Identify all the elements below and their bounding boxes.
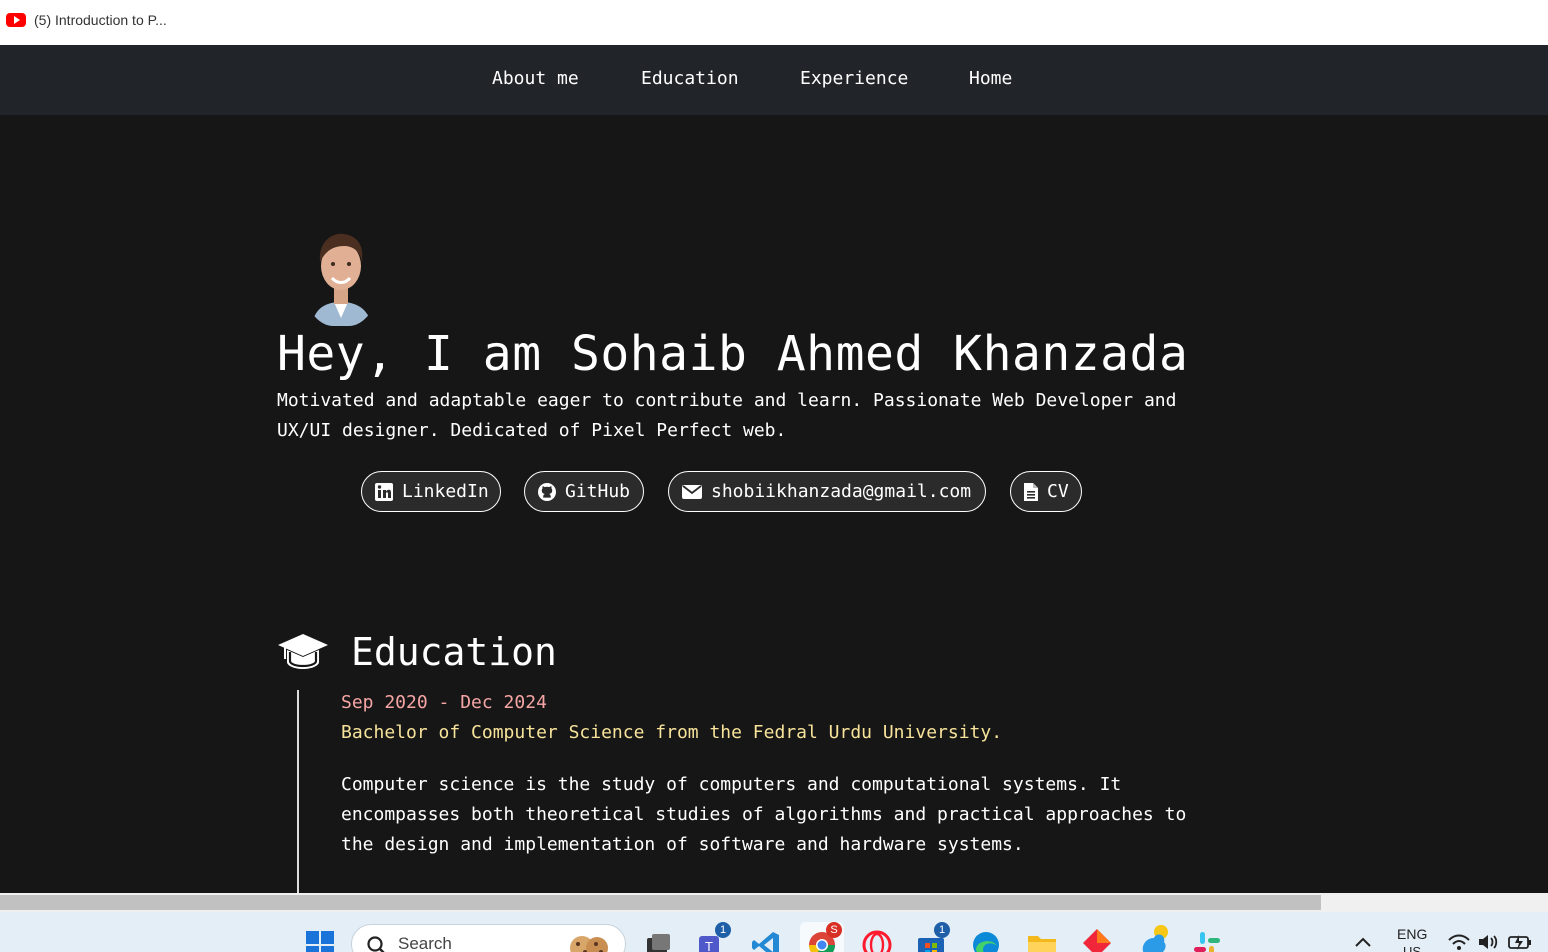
linkedin-button[interactable]: LinkedIn xyxy=(361,471,501,512)
chrome-badge: S xyxy=(826,922,842,938)
document-icon xyxy=(1024,482,1038,501)
youtube-icon xyxy=(6,13,26,27)
edge-icon[interactable] xyxy=(971,930,1001,952)
windows-start-icon[interactable] xyxy=(305,930,335,952)
taskbar-search[interactable]: Search xyxy=(351,924,626,952)
microsoft-store-icon[interactable]: 1 xyxy=(916,922,950,952)
github-button[interactable]: GitHub xyxy=(524,471,644,512)
region-indicator: US xyxy=(1403,944,1422,952)
app-diamond-icon[interactable] xyxy=(1082,928,1112,952)
browser-tab[interactable]: (5) Introduction to P... xyxy=(6,9,167,31)
nav-education-link[interactable]: Education xyxy=(641,68,739,89)
file-explorer-icon[interactable] xyxy=(1026,930,1056,952)
nav-about-link[interactable]: About me xyxy=(492,68,579,89)
hero-title: Hey, I am Sohaib Ahmed Khanzada xyxy=(277,326,1189,382)
graduation-cap-icon xyxy=(278,634,328,669)
teams-icon[interactable]: T 1 xyxy=(697,922,731,952)
search-icon xyxy=(367,936,385,952)
email-label: shobiikhanzada@gmail.com xyxy=(711,481,972,502)
opera-icon[interactable] xyxy=(862,930,892,952)
education-description: Computer science is the study of compute… xyxy=(341,774,1187,855)
chevron-up-icon[interactable] xyxy=(1352,934,1374,948)
weather-app-icon[interactable] xyxy=(1138,924,1168,952)
navbar: About me Education Experience Home xyxy=(0,45,1548,115)
vscode-icon[interactable] xyxy=(751,930,781,952)
cv-button[interactable]: CV xyxy=(1010,471,1082,512)
github-label: GitHub xyxy=(565,481,631,502)
battery-icon[interactable] xyxy=(1507,932,1533,952)
github-icon xyxy=(538,482,556,501)
browser-tab-strip: (5) Introduction to P... xyxy=(0,0,1548,45)
email-button[interactable]: shobiikhanzada@gmail.com xyxy=(668,471,986,512)
slack-icon[interactable] xyxy=(1192,930,1222,952)
avatar xyxy=(304,222,378,326)
task-view-icon[interactable] xyxy=(643,932,673,952)
chrome-icon[interactable]: S xyxy=(800,922,844,952)
timeline-line xyxy=(297,690,299,895)
teams-badge: 1 xyxy=(715,922,731,938)
envelope-icon xyxy=(682,484,702,499)
scrollbar-thumb[interactable] xyxy=(0,895,1321,910)
language-indicator[interactable]: ENG xyxy=(1397,926,1427,942)
education-degree: Bachelor of Computer Science from the Fe… xyxy=(341,722,1003,743)
browser-tab-title: (5) Introduction to P... xyxy=(34,12,167,28)
volume-icon[interactable] xyxy=(1477,932,1501,952)
search-label: Search xyxy=(398,934,452,952)
education-heading: Education xyxy=(277,630,557,674)
nav-experience-link[interactable]: Experience xyxy=(800,68,908,89)
cv-label: CV xyxy=(1047,481,1069,502)
linkedin-label: LinkedIn xyxy=(402,481,489,502)
horizontal-scrollbar[interactable] xyxy=(0,893,1548,912)
linkedin-icon xyxy=(375,482,393,501)
svg-text:T: T xyxy=(705,939,713,952)
wifi-icon[interactable] xyxy=(1447,932,1471,952)
nav-home-link[interactable]: Home xyxy=(969,68,1012,89)
taskbar: Search T 1 S 1 ENG US xyxy=(0,912,1548,952)
store-badge: 1 xyxy=(934,922,950,938)
education-date: Sep 2020 - Dec 2024 xyxy=(341,692,547,713)
education-title: Education xyxy=(351,630,557,674)
hero-subtitle: Motivated and adaptable eager to contrib… xyxy=(277,390,1177,441)
cookie-icon xyxy=(570,936,608,952)
